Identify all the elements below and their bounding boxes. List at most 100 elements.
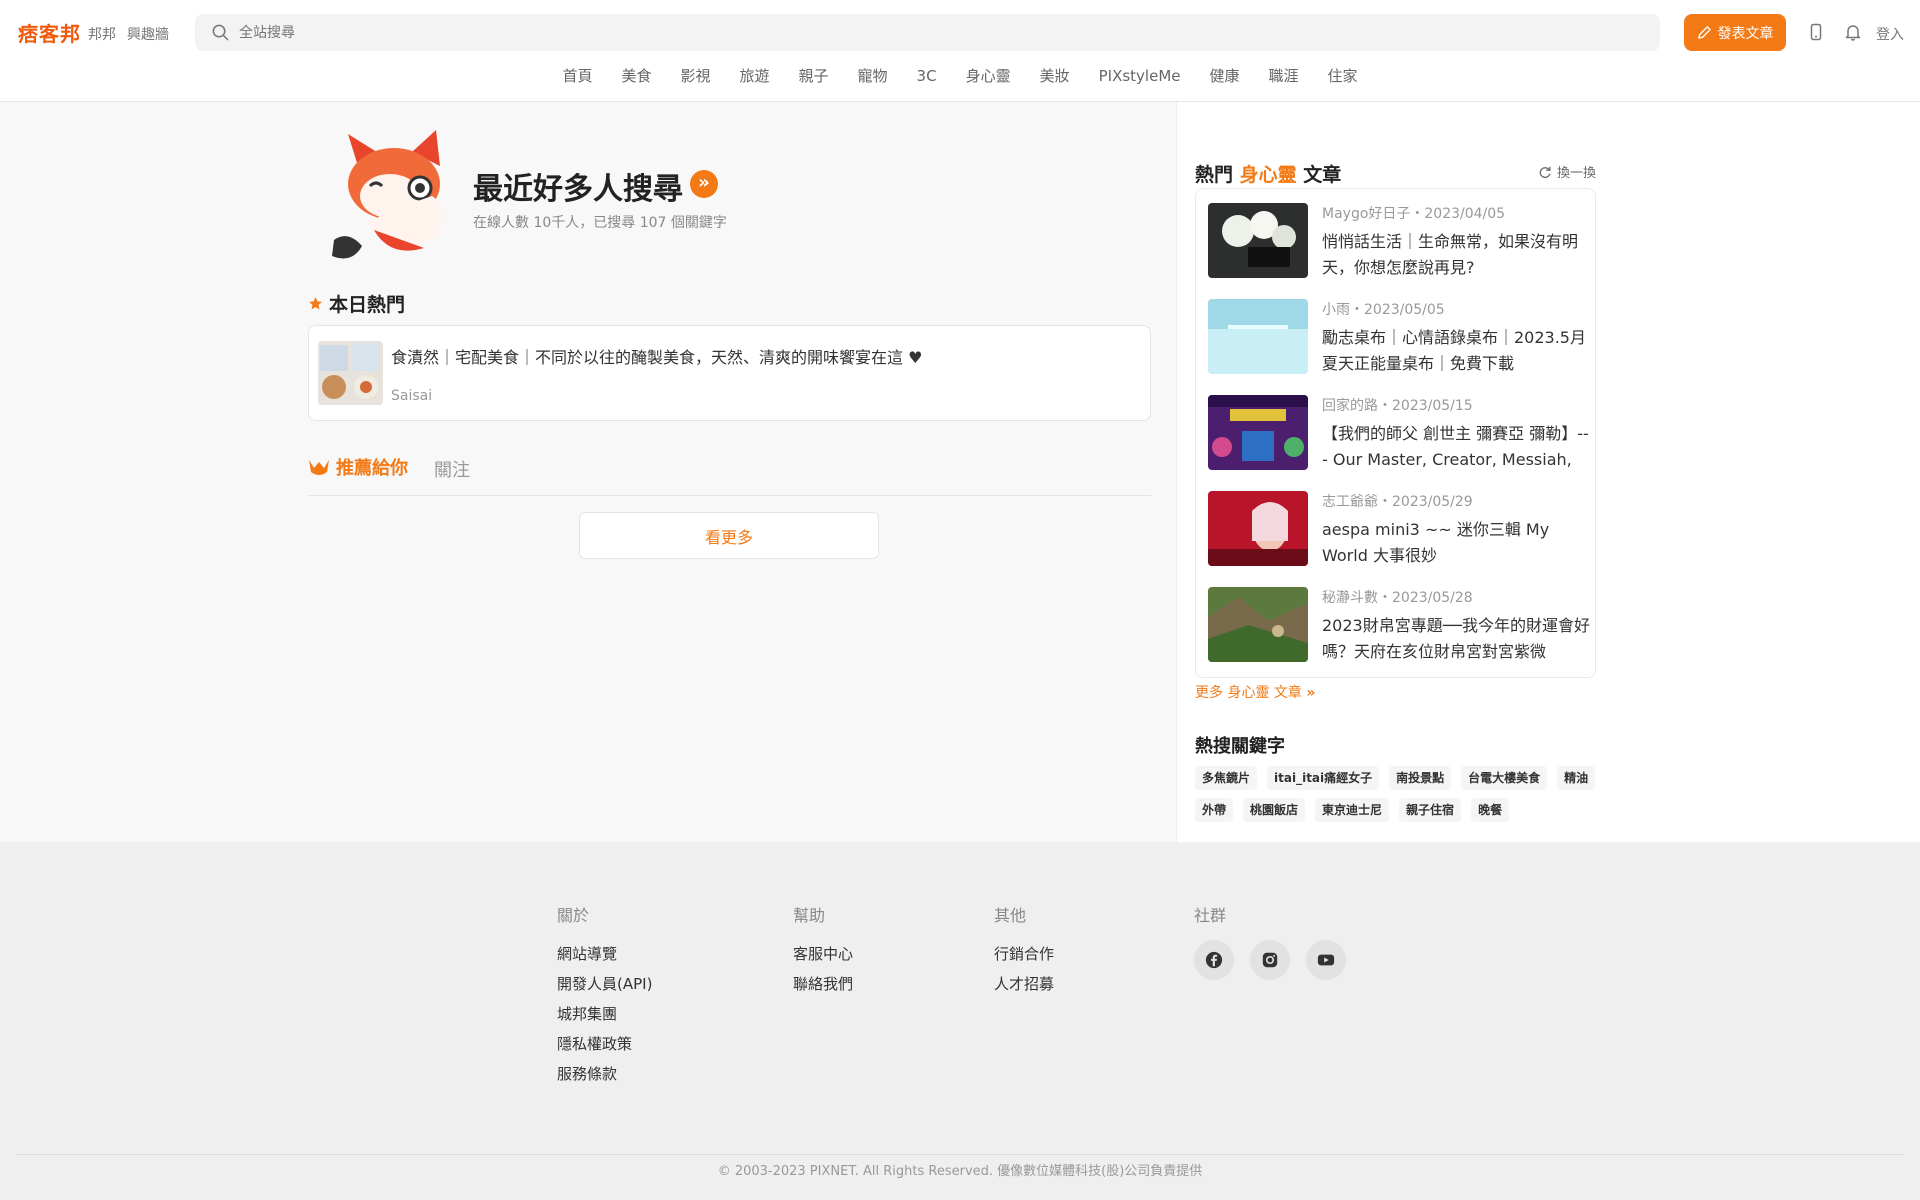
footer-link[interactable]: 聯絡我們 bbox=[793, 969, 853, 999]
keyword-tag[interactable]: 東京迪士尼 bbox=[1315, 798, 1390, 822]
footer-heading: 關於 bbox=[557, 906, 590, 925]
nav-item[interactable]: 親子 bbox=[784, 64, 843, 88]
today-hot-article-author[interactable]: Saisai bbox=[391, 388, 432, 404]
keyword-tag[interactable]: 南投景點 bbox=[1389, 766, 1452, 790]
nav-item[interactable]: 美妝 bbox=[1025, 64, 1084, 88]
article-meta: 小雨・2023/05/05 bbox=[1322, 302, 1445, 318]
today-hot-heading: 本日熱門 bbox=[308, 290, 405, 317]
hot-keywords-title: 熱搜關鍵字 bbox=[1195, 736, 1285, 757]
instagram-icon[interactable] bbox=[1250, 940, 1290, 980]
feed-tabs: 推薦給你 關注 bbox=[308, 452, 1151, 496]
article-title[interactable]: 勵志桌布｜心情語錄桌布｜2023.5月夏天正能量桌布｜免費下載 bbox=[1322, 325, 1592, 377]
hot-keywords: 多焦鏡片 itai_itai痛經女子 南投景點 台電大樓美食 精油 外帶 桃園飯… bbox=[1195, 766, 1605, 822]
article-title[interactable]: 【我們的師父 創世主 彌賽亞 彌勒】--- Our Master, Creato… bbox=[1322, 421, 1592, 473]
article-thumbnail bbox=[1208, 491, 1308, 566]
article-thumbnail bbox=[1208, 587, 1308, 662]
sidebar-heading-category[interactable]: 身心靈 bbox=[1240, 164, 1297, 186]
article-thumbnail bbox=[318, 341, 383, 405]
footer-link[interactable]: 客服中心 bbox=[793, 939, 853, 969]
article-thumbnail bbox=[1208, 203, 1308, 278]
footer-link[interactable]: 城邦集團 bbox=[557, 999, 652, 1029]
sidebar-heading: 熱門 身心靈 文章 bbox=[1195, 160, 1341, 187]
tab-recommend[interactable]: 推薦給你 bbox=[308, 454, 408, 480]
list-item[interactable]: 志工爺爺・2023/05/29 aespa mini3 ~~ 迷你三輯 My W… bbox=[1208, 491, 1588, 571]
facebook-icon[interactable] bbox=[1194, 940, 1234, 980]
keyword-tag[interactable]: 多焦鏡片 bbox=[1195, 766, 1258, 790]
fox-logo-icon bbox=[309, 460, 329, 475]
keyword-tag[interactable]: 桃園飯店 bbox=[1243, 798, 1306, 822]
mobile-icon[interactable] bbox=[1806, 22, 1826, 42]
nav-item[interactable]: 身心靈 bbox=[951, 64, 1025, 88]
refresh-button[interactable]: 換一換 bbox=[1538, 162, 1596, 181]
more-articles-label: 更多 身心靈 文章 bbox=[1195, 685, 1302, 701]
footer-social: 社群 bbox=[1194, 902, 1226, 939]
article-title[interactable]: aespa mini3 ~~ 迷你三輯 My World 大事很妙 bbox=[1322, 517, 1592, 569]
login-link[interactable]: 登入 bbox=[1876, 24, 1904, 44]
search-input[interactable] bbox=[239, 14, 839, 51]
post-article-button[interactable]: 發表文章 bbox=[1684, 14, 1786, 51]
hero-subtitle: 在線人數 10千人，已搜尋 107 個關鍵字 bbox=[473, 215, 727, 231]
keyword-tag[interactable]: 精油 bbox=[1557, 766, 1596, 790]
footer-about: 關於 網站導覽 開發人員(API) 城邦集團 隱私權政策 服務條款 bbox=[557, 902, 652, 1089]
article-meta: 回家的路・2023/05/15 bbox=[1322, 398, 1473, 414]
sidebar-heading-prefix: 熱門 bbox=[1195, 164, 1234, 186]
nav-item[interactable]: 職涯 bbox=[1254, 64, 1313, 88]
list-item[interactable]: 回家的路・2023/05/15 【我們的師父 創世主 彌賽亞 彌勒】--- Ou… bbox=[1208, 395, 1589, 475]
footer: 關於 網站導覽 開發人員(API) 城邦集團 隱私權政策 服務條款 幫助 客服中… bbox=[0, 842, 1920, 1200]
list-item[interactable]: 小雨・2023/05/05 勵志桌布｜心情語錄桌布｜2023.5月夏天正能量桌布… bbox=[1208, 299, 1588, 379]
nav-item[interactable]: 影視 bbox=[666, 64, 725, 88]
article-title[interactable]: 悄悄話生活｜生命無常，如果沒有明天，你想怎麼說再見? bbox=[1322, 229, 1592, 281]
article-meta: Maygo好日子・2023/04/05 bbox=[1322, 206, 1506, 222]
nav-item[interactable]: 健康 bbox=[1195, 64, 1254, 88]
footer-link[interactable]: 行銷合作 bbox=[994, 939, 1054, 969]
list-item[interactable]: Maygo好日子・2023/04/05 悄悄話生活｜生命無常，如果沒有明天，你想… bbox=[1208, 203, 1588, 283]
today-hot-article-title[interactable]: 食漬然｜宅配美食｜不同於以往的醃製美食，天然、清爽的開味饗宴在這 ♥ bbox=[391, 344, 922, 368]
post-article-label: 發表文章 bbox=[1717, 25, 1774, 42]
search-bar[interactable] bbox=[195, 14, 1660, 51]
article-title[interactable]: 2023財帛宮專題──我今年的財運會好嗎？天府在亥位財帛宮對宮紫微 bbox=[1322, 613, 1592, 665]
footer-heading: 其他 bbox=[994, 906, 1027, 925]
tab-follow[interactable]: 關注 bbox=[434, 456, 470, 482]
article-meta: 秘瀞斗數・2023/05/28 bbox=[1322, 590, 1473, 606]
footer-other: 其他 行銷合作 人才招募 bbox=[994, 902, 1054, 999]
see-more-button[interactable]: 看更多 bbox=[579, 512, 879, 559]
keyword-tag[interactable]: itai_itai痛經女子 bbox=[1267, 766, 1380, 790]
tab-recommend-label: 推薦給你 bbox=[336, 458, 408, 479]
more-articles-link[interactable]: 更多 身心靈 文章 » bbox=[1195, 682, 1315, 702]
bell-icon[interactable] bbox=[1843, 22, 1863, 42]
nav-item[interactable]: 寵物 bbox=[843, 64, 902, 88]
link-bangbang[interactable]: 邦邦 bbox=[88, 24, 116, 44]
keyword-tag[interactable]: 親子住宿 bbox=[1399, 798, 1462, 822]
keyword-tag[interactable]: 台電大樓美食 bbox=[1461, 766, 1548, 790]
fox-mascot-illustration bbox=[332, 130, 442, 259]
nav-item[interactable]: 住家 bbox=[1313, 64, 1372, 88]
nav-item[interactable]: 3C bbox=[902, 64, 951, 88]
double-chevron-right-icon[interactable]: » bbox=[690, 170, 718, 198]
youtube-icon[interactable] bbox=[1306, 940, 1346, 980]
footer-link[interactable]: 人才招募 bbox=[994, 969, 1054, 999]
copyright: © 2003-2023 PIXNET. All Rights Reserved.… bbox=[717, 1164, 1203, 1179]
article-meta: 志工爺爺・2023/05/29 bbox=[1322, 494, 1473, 510]
today-hot-article-card[interactable]: 食漬然｜宅配美食｜不同於以往的醃製美食，天然、清爽的開味饗宴在這 ♥ Saisa… bbox=[308, 325, 1151, 421]
category-nav: 首頁 美食 影視 旅遊 親子 寵物 3C 身心靈 美妝 PIXstyleMe 健… bbox=[0, 64, 1920, 88]
nav-item[interactable]: PIXstyleMe bbox=[1084, 64, 1195, 88]
nav-item[interactable]: 美食 bbox=[607, 64, 666, 88]
footer-link[interactable]: 開發人員(API) bbox=[557, 969, 652, 999]
keyword-tag[interactable]: 晚餐 bbox=[1471, 798, 1510, 822]
pixnet-logo[interactable]: 痞客邦 bbox=[18, 18, 81, 47]
link-interest-wall[interactable]: 興趣牆 bbox=[127, 24, 169, 44]
search-icon bbox=[212, 24, 229, 41]
footer-link[interactable]: 隱私權政策 bbox=[557, 1029, 652, 1059]
list-item[interactable]: 秘瀞斗數・2023/05/28 2023財帛宮專題──我今年的財運會好嗎？天府在… bbox=[1208, 587, 1590, 667]
top-header: 痞客邦 邦邦 興趣牆 發表文章 登入 首頁 美食 影視 旅遊 親子 寵物 3C … bbox=[0, 0, 1920, 102]
footer-link[interactable]: 網站導覽 bbox=[557, 939, 652, 969]
footer-heading: 社群 bbox=[1194, 906, 1227, 925]
pencil-icon bbox=[1697, 26, 1711, 39]
star-icon bbox=[309, 297, 322, 310]
nav-item[interactable]: 首頁 bbox=[548, 64, 607, 88]
double-chevron-right-icon: » bbox=[1306, 685, 1316, 701]
keyword-tag[interactable]: 外帶 bbox=[1195, 798, 1234, 822]
footer-divider bbox=[16, 1154, 1904, 1155]
footer-link[interactable]: 服務條款 bbox=[557, 1059, 652, 1089]
nav-item[interactable]: 旅遊 bbox=[725, 64, 784, 88]
